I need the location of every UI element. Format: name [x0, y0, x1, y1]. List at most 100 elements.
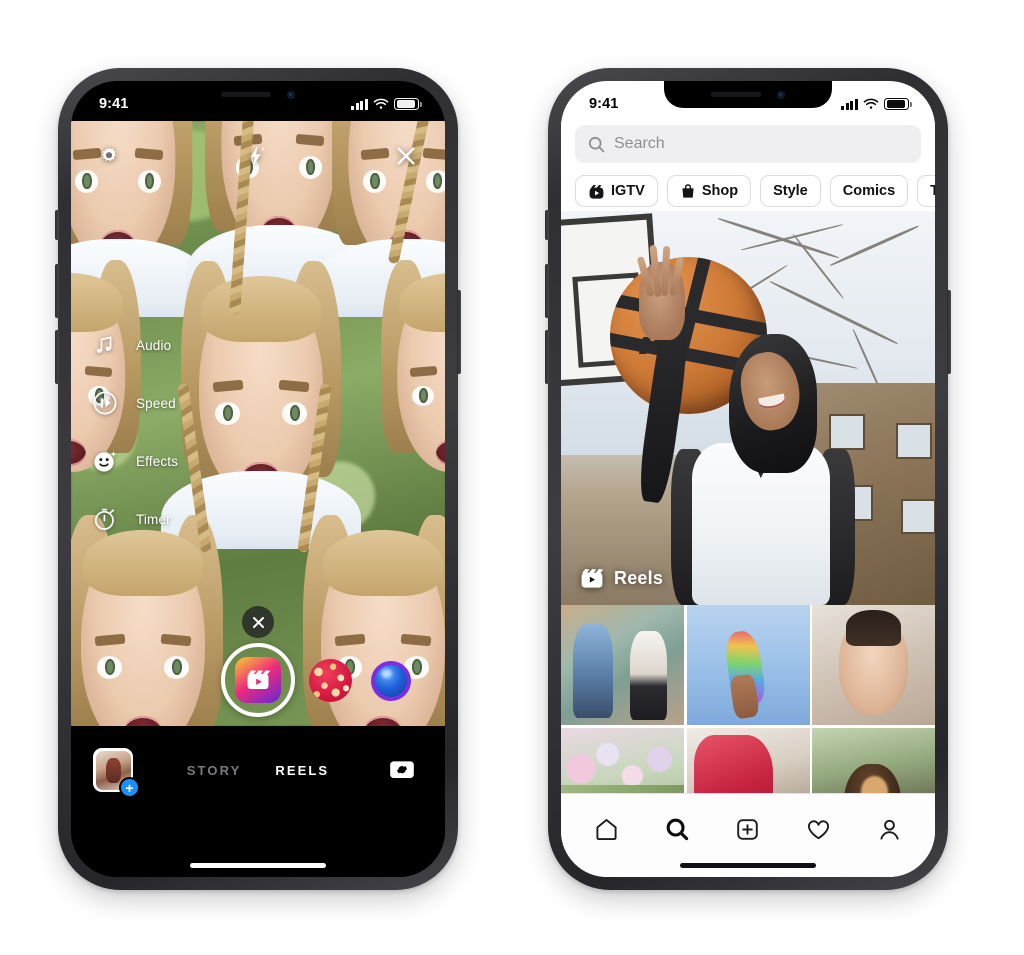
svg-text:x: x: [261, 146, 265, 153]
phone-bezel: 9:41: [561, 81, 935, 877]
shopping-bag-icon: [682, 184, 694, 198]
plus-box-icon: [737, 818, 759, 840]
grid-item[interactable]: [686, 727, 810, 793]
tool-label: Timer: [136, 511, 171, 527]
heart-icon: [808, 819, 830, 839]
phone-mockup-explore: 9:41 Search IGTV Shop Style Comics T Ree…: [545, 68, 951, 890]
shutter-zone: [71, 639, 445, 729]
grid-item[interactable]: [812, 727, 935, 793]
screenshot-stage: 9:41 x Audio Speed Effects Timer + STORY…: [0, 0, 1024, 955]
grid-item[interactable]: [812, 605, 935, 725]
tool-audio[interactable]: Audio: [89, 329, 178, 361]
explore-grid: [561, 605, 935, 793]
camera-bottom-bar: + STORY REELS: [71, 726, 445, 877]
mode-reels[interactable]: REELS: [275, 763, 329, 778]
search-bar-container: Search: [561, 121, 935, 167]
effect-red-sparkle[interactable]: [309, 659, 352, 702]
home-indicator[interactable]: [190, 863, 326, 868]
search-icon: [588, 136, 605, 152]
device-notch: [174, 81, 342, 108]
camera-tool-rail: Audio Speed Effects Timer: [89, 329, 178, 535]
reels-badge-label: Reels: [614, 567, 664, 588]
battery-full-icon: [884, 97, 912, 111]
grid-item[interactable]: [561, 605, 684, 725]
wifi-icon: [373, 98, 389, 110]
status-time: 9:41: [589, 96, 619, 112]
search-icon: [666, 818, 688, 840]
home-indicator[interactable]: [680, 863, 816, 868]
front-camera: [777, 90, 785, 99]
search-placeholder: Search: [614, 135, 665, 152]
chip-style[interactable]: Style: [760, 175, 821, 207]
grid-item[interactable]: [561, 727, 684, 793]
igtv-icon: [589, 184, 604, 199]
camera-top-controls: x: [71, 133, 445, 183]
explore-screen: 9:41 Search IGTV Shop Style Comics T Ree…: [561, 81, 935, 877]
tool-effects[interactable]: Effects: [89, 445, 178, 477]
wifi-icon: [863, 98, 879, 110]
reels-clapper-icon: [581, 568, 604, 588]
speed-play-icon: [89, 387, 121, 419]
volume-up-button[interactable]: [55, 264, 59, 318]
phone-mockup-reels-camera: 9:41 x Audio Speed Effects Timer + STORY…: [55, 68, 461, 890]
cellular-bars-icon: [351, 98, 368, 110]
chip-shop[interactable]: Shop: [666, 175, 752, 207]
volume-down-button[interactable]: [55, 330, 59, 384]
power-button[interactable]: [947, 290, 951, 374]
stopwatch-icon: [89, 503, 121, 535]
bottom-tab-bar: [561, 793, 935, 877]
person-icon: [880, 819, 899, 840]
chip-label: TV & Movies: [930, 183, 935, 199]
close-icon[interactable]: [393, 143, 419, 174]
tab-create[interactable]: [725, 808, 771, 850]
cellular-bars-icon: [841, 98, 858, 110]
face-tile: [363, 249, 445, 517]
music-note-icon: [89, 329, 121, 361]
smiley-sparkle-icon: [89, 445, 121, 477]
close-icon: [252, 616, 264, 628]
tab-profile[interactable]: [867, 808, 913, 850]
reels-camera-screen: 9:41 x Audio Speed Effects Timer + STORY…: [71, 81, 445, 877]
flash-off-icon[interactable]: x: [244, 143, 270, 174]
camera-rotate-icon: [390, 761, 414, 778]
home-icon: [596, 818, 617, 840]
tool-label: Effects: [136, 453, 179, 469]
gear-icon[interactable]: [97, 144, 121, 173]
chip-igtv[interactable]: IGTV: [575, 175, 658, 207]
reels-badge: Reels: [579, 565, 663, 591]
search-input[interactable]: Search: [575, 125, 921, 163]
tool-speed[interactable]: Speed: [89, 387, 178, 419]
tab-home[interactable]: [583, 808, 629, 850]
power-button[interactable]: [457, 290, 461, 374]
tool-timer[interactable]: Timer: [89, 503, 178, 535]
volume-up-button[interactable]: [545, 264, 549, 318]
effect-blue-lens[interactable]: [371, 661, 411, 701]
chip-comics[interactable]: Comics: [829, 175, 909, 207]
speaker-grille: [711, 92, 761, 97]
tool-label: Speed: [136, 395, 176, 411]
tool-label: Audio: [136, 337, 172, 353]
chip-label: Style: [773, 183, 808, 199]
battery-full-icon: [394, 97, 422, 111]
chip-tv-and-movies[interactable]: TV & Movies: [917, 175, 935, 207]
speaker-grille: [221, 92, 271, 97]
category-chip-row[interactable]: IGTV Shop Style Comics T: [561, 167, 935, 211]
status-time: 9:41: [99, 96, 129, 112]
chip-label: Comics: [842, 183, 896, 199]
device-notch: [664, 81, 832, 108]
reels-clapper-icon: [235, 657, 281, 703]
chip-label: Shop: [701, 183, 739, 199]
record-button[interactable]: [221, 643, 295, 717]
grid-item[interactable]: [686, 605, 810, 725]
mute-switch[interactable]: [55, 210, 59, 240]
tab-search[interactable]: [654, 808, 700, 850]
flip-camera-button[interactable]: [383, 750, 421, 788]
status-indicators: [841, 97, 912, 111]
status-indicators: [351, 97, 422, 111]
mute-switch[interactable]: [545, 210, 549, 240]
clear-effect-button[interactable]: [242, 606, 274, 638]
volume-down-button[interactable]: [545, 330, 549, 384]
explore-hero-reel[interactable]: Reels: [561, 209, 935, 605]
tab-activity[interactable]: [796, 808, 842, 850]
mode-story[interactable]: STORY: [187, 763, 242, 778]
